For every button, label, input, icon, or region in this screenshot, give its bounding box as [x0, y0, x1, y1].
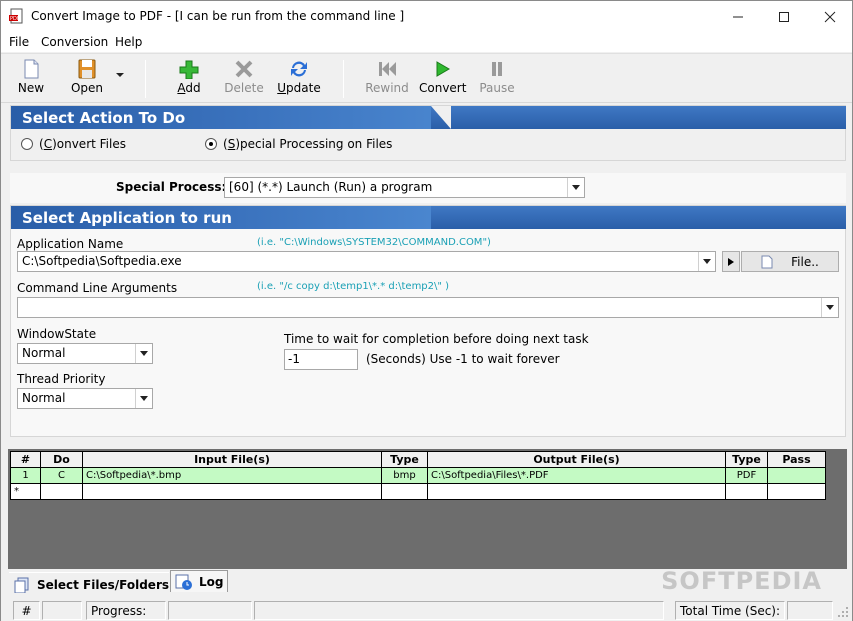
open-button[interactable]: Open [65, 59, 109, 99]
status-count [42, 601, 82, 620]
col-output-files[interactable]: Output File(s) [427, 451, 726, 468]
close-button[interactable] [807, 1, 853, 32]
chevron-down-icon [567, 178, 584, 197]
chevron-down-icon [821, 298, 838, 317]
command-args-label: Command Line Arguments [17, 281, 178, 295]
application-section-header: Select Application to run [11, 206, 431, 229]
floppy-disk-icon [78, 59, 96, 79]
wait-time-hint: (Seconds) Use -1 to wait forever [366, 352, 560, 366]
status-total-time-label: Total Time (Sec): [675, 601, 785, 620]
play-icon [436, 61, 450, 77]
title-bar: PDF Convert Image to PDF - [I can be run… [1, 1, 852, 32]
status-message [254, 601, 664, 620]
application-panel: Select Application to run Application Na… [10, 205, 846, 437]
delete-button[interactable]: Delete [221, 59, 267, 99]
file-browse-button[interactable]: File.. [741, 251, 839, 272]
rewind-icon [379, 62, 396, 76]
run-arrow-button[interactable] [722, 251, 740, 272]
table-row[interactable]: 1 C C:\Softpedia\*.bmp bmp C:\Softpedia\… [10, 467, 826, 484]
rewind-button[interactable]: Rewind [365, 59, 409, 99]
window-state-select[interactable]: Normal [17, 343, 153, 364]
status-progress-label: Progress: [86, 601, 166, 620]
delete-x-icon [235, 60, 253, 78]
log-clock-icon [175, 574, 192, 590]
table-row-new[interactable]: * [10, 483, 826, 500]
svg-text:PDF: PDF [10, 16, 20, 22]
play-small-icon [728, 257, 734, 266]
tab-select-files[interactable]: Select Files/Folders [9, 572, 169, 596]
menu-help[interactable]: Help [115, 35, 142, 49]
new-document-icon [24, 59, 39, 79]
tab-log[interactable]: Log [170, 570, 228, 592]
wait-time-label: Time to wait for completion before doing… [284, 332, 589, 346]
minimize-button[interactable] [715, 1, 761, 32]
window-state-label: WindowState [17, 327, 97, 341]
pause-button[interactable]: Pause [477, 59, 517, 99]
plus-icon [179, 60, 199, 79]
status-total-time-value [787, 601, 833, 620]
command-args-input[interactable] [17, 297, 839, 318]
wait-time-input[interactable]: -1 [284, 349, 358, 370]
application-name-hint: (i.e. "C:\Windows\SYSTEM32\COMMAND.COM") [257, 237, 491, 248]
window-title: Convert Image to PDF - [I can be run fro… [31, 9, 405, 23]
open-dropdown-button[interactable] [113, 68, 127, 108]
chevron-down-icon [135, 389, 152, 408]
col-do[interactable]: Do [40, 451, 83, 468]
maximize-icon [779, 11, 789, 22]
pdf-app-icon: PDF [9, 8, 23, 24]
col-output-type[interactable]: Type [725, 451, 768, 468]
chevron-down-icon [135, 344, 152, 363]
file-grid: # Do Input File(s) Type Output File(s) T… [10, 451, 826, 500]
new-button[interactable]: New [11, 59, 51, 99]
close-icon [824, 11, 836, 22]
col-input-files[interactable]: Input File(s) [82, 451, 382, 468]
convert-files-radio[interactable]: (C)onvert Files [21, 137, 126, 151]
col-number[interactable]: # [10, 451, 41, 468]
status-bar: # Progress: Total Time (Sec): [1, 598, 852, 621]
chevron-down-icon [698, 252, 715, 271]
watermark: SOFTPEDIA [661, 567, 822, 595]
documents-icon [14, 577, 29, 593]
application-name-select[interactable]: C:\Softpedia\Softpedia.exe [17, 251, 716, 272]
status-progress-bar [168, 601, 252, 620]
special-process-select[interactable]: [60] (*.*) Launch (Run) a program [224, 177, 585, 198]
menu-file[interactable]: File [9, 35, 29, 49]
thread-priority-select[interactable]: Normal [17, 388, 153, 409]
special-process-row: Special Process: [60] (*.*) Launch (Run)… [10, 173, 846, 203]
chevron-down-icon [116, 73, 124, 77]
document-icon [761, 255, 773, 268]
menu-conversion[interactable]: Conversion [41, 35, 108, 49]
resize-grip-icon[interactable] [837, 606, 849, 618]
refresh-icon [291, 61, 307, 77]
action-section-header: Select Action To Do [11, 106, 451, 129]
convert-button[interactable]: Convert [419, 59, 466, 99]
minimize-icon [733, 16, 743, 17]
special-processing-radio[interactable]: (S)pecial Processing on Files [205, 137, 392, 151]
menu-bar: File Conversion Help [1, 32, 852, 52]
app-window: PDF Convert Image to PDF - [I can be run… [0, 0, 853, 621]
action-panel: Select Action To Do (C)onvert Files (S)p… [10, 105, 846, 161]
toolbar-separator [145, 60, 146, 98]
update-button[interactable]: Update [277, 59, 321, 99]
toolbar: New Open Add Delete Update Rewind Conver… [1, 53, 852, 103]
thread-priority-label: Thread Priority [17, 372, 106, 386]
grid-header-row: # Do Input File(s) Type Output File(s) T… [10, 451, 826, 468]
application-name-label: Application Name [17, 237, 124, 251]
add-button[interactable]: Add [169, 59, 209, 99]
pause-icon [492, 62, 502, 76]
special-process-label: Special Process: [116, 180, 227, 194]
file-grid-area[interactable]: # Do Input File(s) Type Output File(s) T… [8, 449, 847, 569]
toolbar-separator [343, 60, 344, 98]
col-input-type[interactable]: Type [381, 451, 428, 468]
status-hash: # [13, 601, 40, 620]
maximize-button[interactable] [761, 1, 807, 32]
command-args-hint: (i.e. "/c copy d:\temp1\*.* d:\temp2\" ) [257, 281, 450, 292]
col-pass[interactable]: Pass [767, 451, 826, 468]
